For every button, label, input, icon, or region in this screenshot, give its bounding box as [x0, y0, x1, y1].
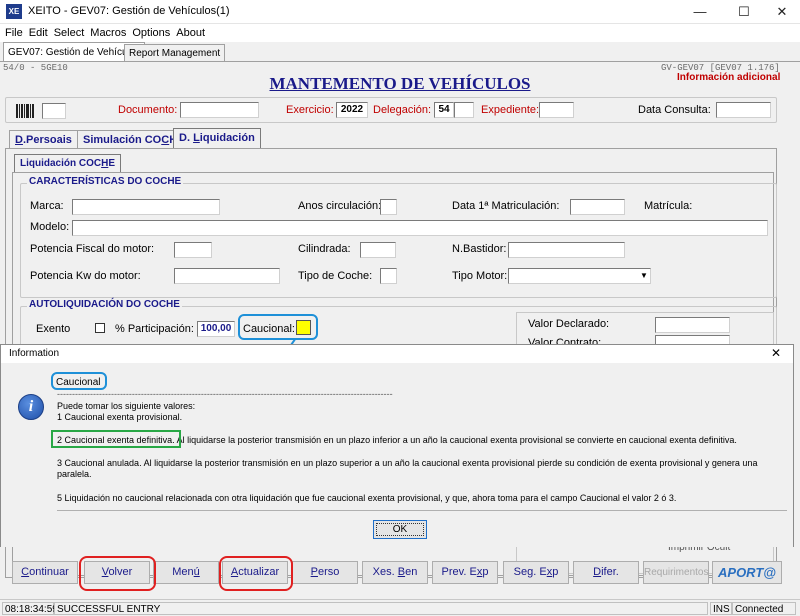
- matricula-label: Matrícula:: [644, 200, 693, 212]
- info-icon: i: [18, 394, 44, 420]
- dialog-title-bar: Information ✕: [1, 345, 793, 363]
- valor-declarado-field[interactable]: [655, 317, 730, 333]
- subtab-liquidacion-coche[interactable]: Liquidación COCHE: [14, 154, 122, 173]
- marca-field[interactable]: [72, 199, 220, 215]
- status-time: 08:18:34:597: [2, 602, 63, 615]
- tipo-motor-label: Tipo Motor:: [452, 270, 508, 282]
- dialog-option-3: 3 Caucional anulada. Al liquidarse la po…: [57, 458, 758, 479]
- difer-button[interactable]: Difer.: [573, 561, 639, 584]
- perso-button[interactable]: Perso: [292, 561, 358, 584]
- status-message: SUCCESSFUL ENTRY: [54, 602, 708, 615]
- exercicio-label: Exercicio:: [286, 104, 334, 116]
- potencia-kw-label: Potencia Kw do motor:: [30, 270, 141, 282]
- menu-macros[interactable]: Macros: [87, 24, 129, 42]
- actualizar-highlight: [219, 556, 293, 591]
- option-2-highlight: [51, 430, 181, 448]
- menu-edit[interactable]: Edit: [26, 24, 51, 42]
- prev-exp-button[interactable]: Prev. Exp: [432, 561, 498, 584]
- tipo-coche-label: Tipo de Coche:: [298, 270, 373, 282]
- valor-declarado-label: Valor Declarado:: [528, 318, 610, 330]
- cilindrada-label: Cilindrada:: [298, 243, 351, 255]
- exercicio-field[interactable]: 2022: [336, 102, 368, 118]
- document-tabs: GEV07: Gestión de Vehículos Report Manag…: [0, 42, 800, 62]
- volver-highlight: [79, 556, 156, 591]
- dialog-intro: Puede tomar los siguiente valores:: [57, 401, 196, 411]
- delegacion-field[interactable]: 54: [434, 102, 454, 118]
- dialog-divider: [57, 510, 787, 511]
- dialog-option-1: 1 Caucional exenta provisional.: [57, 412, 183, 422]
- chevron-down-icon[interactable]: ▼: [638, 269, 650, 283]
- expediente-field[interactable]: [539, 102, 574, 118]
- data-matriculacion-field[interactable]: [570, 199, 625, 215]
- data-consulta-label: Data Consulta:: [638, 104, 711, 116]
- autoliquidacion-title: AUTOLIQUIDACIÓN DO COCHE: [27, 299, 182, 310]
- documento-field[interactable]: [180, 102, 259, 118]
- status-connection: Connected: [732, 602, 796, 615]
- data-consulta-field[interactable]: [716, 102, 771, 118]
- dialog-option-5: 5 Liquidación no caucional relacionada c…: [57, 493, 677, 503]
- tipo-motor-select[interactable]: [508, 268, 651, 284]
- app-icon: XE: [6, 4, 22, 19]
- requirimentos-button[interactable]: Requirimentos: [643, 561, 709, 584]
- status-bar: 08:18:34:597 SUCCESSFUL ENTRY INS Connec…: [0, 599, 800, 616]
- menu-button[interactable]: Menú: [153, 561, 219, 584]
- field-name-highlight: [51, 372, 107, 390]
- seg-exp-button[interactable]: Seg. Exp: [503, 561, 569, 584]
- modelo-field[interactable]: [72, 220, 768, 236]
- menu-bar: File Edit Select Macros Options About: [0, 24, 800, 42]
- caucional-highlight: [238, 314, 318, 340]
- close-icon[interactable]: ✕: [762, 0, 800, 24]
- page-title: MANTEMENTO DE VEHÍCULOS: [0, 74, 800, 94]
- marca-label: Marca:: [30, 200, 64, 212]
- documento-label: Documento:: [118, 104, 178, 116]
- maximize-icon[interactable]: ☐: [724, 0, 764, 24]
- delegacion-field-2[interactable]: [454, 102, 474, 118]
- participacion-label: % Participación:: [115, 323, 194, 335]
- delegacion-label: Delegación:: [373, 104, 432, 116]
- expediente-label: Expediente:: [481, 104, 540, 116]
- xes-ben-button[interactable]: Xes. Ben: [362, 561, 428, 584]
- menu-about[interactable]: About: [173, 24, 208, 42]
- ok-button[interactable]: OK: [373, 520, 427, 539]
- window-title: XEITO - GEV07: Gestión de Vehículos(1): [28, 5, 230, 17]
- n-bastidor-field[interactable]: [508, 242, 625, 258]
- potencia-fiscal-label: Potencia Fiscal do motor:: [30, 243, 155, 255]
- barcode-field[interactable]: [42, 103, 66, 119]
- tab-datos-persoais[interactable]: D.Persoais: [9, 130, 78, 149]
- caracteristicas-title: CARACTERÍSTICAS DO COCHE: [27, 176, 184, 187]
- data-matriculacion-label: Data 1ª Matriculación:: [452, 200, 560, 212]
- participacion-field[interactable]: 100,00: [197, 321, 235, 337]
- doc-tab-report-management[interactable]: Report Management: [124, 44, 226, 62]
- dialog-title: Information: [9, 348, 60, 359]
- menu-options[interactable]: Options: [129, 24, 173, 42]
- dialog-close-icon[interactable]: ✕: [771, 346, 781, 360]
- status-ins: INS: [710, 602, 732, 615]
- potencia-fiscal-field[interactable]: [174, 242, 212, 258]
- minimize-icon[interactable]: —: [680, 0, 720, 24]
- barcode-icon[interactable]: [16, 104, 36, 118]
- anos-circulacion-field[interactable]: [380, 199, 397, 215]
- continuar-button[interactable]: Continuar: [12, 561, 78, 584]
- tab-liquidacion[interactable]: D. Liquidación: [173, 128, 261, 149]
- anos-circulacion-label: Anos circulación:: [298, 200, 382, 212]
- exento-checkbox[interactable]: [95, 323, 105, 333]
- n-bastidor-label: N.Bastidor:: [452, 243, 507, 255]
- dialog-separator: ----------------------------------------…: [57, 389, 393, 399]
- page-title-text: MANTEMENTO DE VEHÍCULOS: [269, 74, 531, 93]
- exento-label: Exento: [36, 323, 71, 335]
- menu-file[interactable]: File: [0, 24, 26, 42]
- potencia-kw-field[interactable]: [174, 268, 280, 284]
- cilindrada-field[interactable]: [360, 242, 396, 258]
- modelo-label: Modelo:: [30, 221, 70, 233]
- screen-code: 54/0 - 5GE10: [3, 63, 68, 73]
- window-title-bar: XE XEITO - GEV07: Gestión de Vehículos(1…: [0, 0, 800, 24]
- information-dialog: Information ✕ i Caucional --------------…: [0, 344, 794, 547]
- tipo-coche-field[interactable]: [380, 268, 397, 284]
- aporta-button[interactable]: APORT@: [712, 561, 782, 584]
- menu-select[interactable]: Select: [51, 24, 88, 42]
